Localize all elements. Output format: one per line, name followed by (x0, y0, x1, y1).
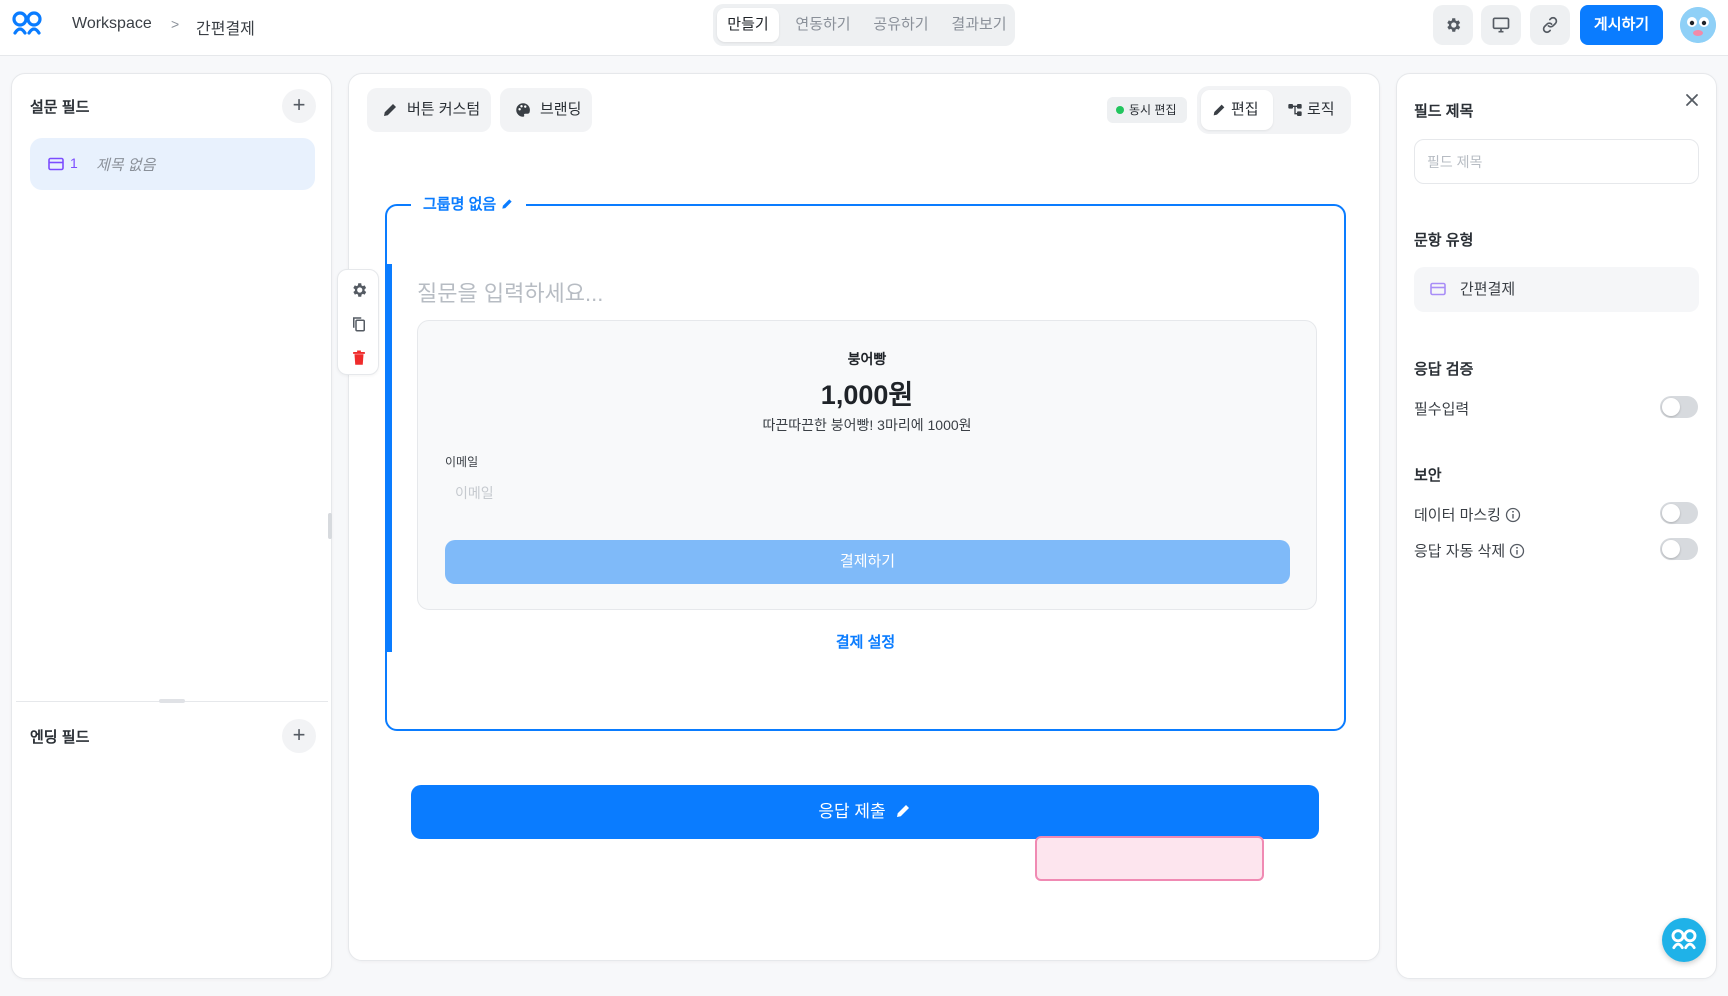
monitor-icon (1492, 17, 1510, 33)
auto-delete-label: 응답 자동 삭제 (1414, 543, 1506, 560)
pencil-icon (384, 104, 396, 116)
info-icon[interactable] (1509, 543, 1525, 559)
live-status-dot (1116, 106, 1124, 114)
card-icon (1430, 282, 1446, 296)
field-list-item[interactable]: 1 제목 없음 (30, 138, 315, 190)
tab-integrate[interactable]: 연동하기 (787, 8, 859, 42)
mode-edit-label: 편집 (1231, 101, 1259, 118)
question-type-label: 문항 유형 (1414, 232, 1474, 249)
link-icon (1542, 16, 1558, 34)
payment-settings-link[interactable]: 결제 설정 (387, 631, 1344, 652)
add-ending-field-button[interactable]: + (282, 719, 316, 753)
avatar[interactable] (1680, 7, 1716, 43)
ending-fields-title: 엔딩 필드 (30, 729, 90, 746)
tab-create[interactable]: 만들기 (717, 8, 779, 42)
branding-label: 브랜딩 (540, 101, 582, 118)
preview-button[interactable] (1481, 5, 1521, 45)
breadcrumb-separator: > (171, 16, 180, 32)
chat-icon (1671, 929, 1697, 950)
field-list-panel: 설문 필드 + 1 제목 없음 엔딩 필드 + (11, 73, 332, 979)
close-icon[interactable] (1682, 90, 1702, 110)
email-label: 이메일 (445, 455, 479, 469)
settings-icon[interactable] (350, 281, 368, 299)
live-edit-label: 동시 편집 (1129, 103, 1177, 117)
branding-button[interactable]: 브랜딩 (500, 88, 592, 132)
field-properties-panel: 필드 제목 문항 유형 간편결제 응답 검증 필수입력 보안 데이터 마스킹 응… (1396, 73, 1717, 979)
required-label: 필수입력 (1414, 401, 1470, 418)
field-actions (337, 269, 379, 375)
mode-edit[interactable]: 편집 (1201, 90, 1273, 130)
breadcrumb-workspace[interactable]: Workspace (72, 15, 152, 33)
question-group: 그룹명 없음 질문을 입력하세요... 붕어빵 1,000원 따끈따끈한 붕어빵… (385, 194, 1346, 731)
add-survey-field-button[interactable]: + (282, 89, 316, 123)
button-custom-label: 버튼 커스텀 (407, 101, 481, 118)
highlight-box (1035, 836, 1264, 881)
selected-indicator (387, 264, 392, 652)
copy-icon[interactable] (350, 315, 368, 333)
chat-support-button[interactable] (1662, 918, 1706, 962)
pencil-icon (896, 805, 909, 817)
breadcrumb-current: 간편결제 (196, 21, 255, 38)
email-field[interactable] (445, 477, 845, 509)
top-bar: Workspace > 간편결제 만들기 연동하기 공유하기 결과보기 게시하기 (0, 0, 1728, 56)
mode-switch: 편집 로직 (1197, 86, 1351, 134)
main-tabs: 만들기 연동하기 공유하기 결과보기 (713, 4, 1015, 46)
auto-delete-option: 응답 자동 삭제 (1414, 540, 1525, 561)
mode-logic-label: 로직 (1307, 101, 1335, 118)
publish-button[interactable]: 게시하기 (1580, 5, 1663, 45)
editor-panel: 버튼 커스텀 브랜딩 동시 편집 편집 로직 그룹명 없음 질문을 입력하세요.… (337, 73, 1380, 961)
field-title-input[interactable] (1414, 139, 1699, 184)
pay-button[interactable]: 결제하기 (445, 540, 1290, 584)
auto-delete-toggle[interactable] (1660, 538, 1698, 560)
required-toggle[interactable] (1660, 396, 1698, 418)
live-edit-badge: 동시 편집 (1107, 97, 1187, 123)
pencil-icon (1213, 104, 1225, 116)
trash-icon[interactable] (350, 349, 368, 367)
product-name: 붕어빵 (847, 351, 887, 367)
tab-share[interactable]: 공유하기 (865, 8, 937, 42)
palette-icon (516, 103, 530, 117)
field-title: 제목 없음 (96, 157, 156, 174)
group-name[interactable]: 그룹명 없음 (411, 194, 527, 216)
question-type-select[interactable]: 간편결제 (1414, 267, 1699, 312)
mode-logic[interactable]: 로직 (1277, 90, 1347, 130)
card-icon (48, 157, 64, 171)
question-type-value: 간편결제 (1460, 281, 1516, 298)
button-custom-button[interactable]: 버튼 커스텀 (367, 88, 491, 132)
payment-card: 붕어빵 1,000원 따끈따끈한 붕어빵! 3마리에 1000원 이메일 결제하… (417, 320, 1317, 610)
security-label: 보안 (1414, 467, 1442, 484)
submit-label: 응답 제출 (818, 802, 886, 821)
masking-toggle[interactable] (1660, 502, 1698, 524)
submit-button[interactable]: 응답 제출 (411, 785, 1319, 839)
product-description: 따끈따끈한 붕어빵! 3마리에 1000원 (762, 417, 972, 433)
logo-icon[interactable] (12, 11, 42, 37)
masking-label: 데이터 마스킹 (1414, 507, 1501, 524)
validation-label: 응답 검증 (1414, 361, 1474, 378)
field-number: 1 (70, 155, 78, 171)
group-name-label: 그룹명 없음 (423, 196, 497, 213)
pencil-icon (502, 199, 512, 209)
survey-fields-title: 설문 필드 (30, 99, 90, 116)
settings-button[interactable] (1433, 5, 1473, 45)
masking-option: 데이터 마스킹 (1414, 504, 1521, 525)
field-title-label: 필드 제목 (1414, 103, 1474, 120)
resize-handle[interactable] (159, 699, 185, 703)
logic-icon (1288, 104, 1302, 116)
product-price: 1,000원 (820, 380, 914, 410)
question-title[interactable]: 질문을 입력하세요... (417, 276, 603, 308)
tab-results[interactable]: 결과보기 (943, 8, 1015, 42)
info-icon[interactable] (1505, 507, 1521, 523)
panel-resize-handle[interactable] (328, 513, 332, 539)
settings-icon (1447, 18, 1461, 32)
copy-link-button[interactable] (1530, 5, 1570, 45)
